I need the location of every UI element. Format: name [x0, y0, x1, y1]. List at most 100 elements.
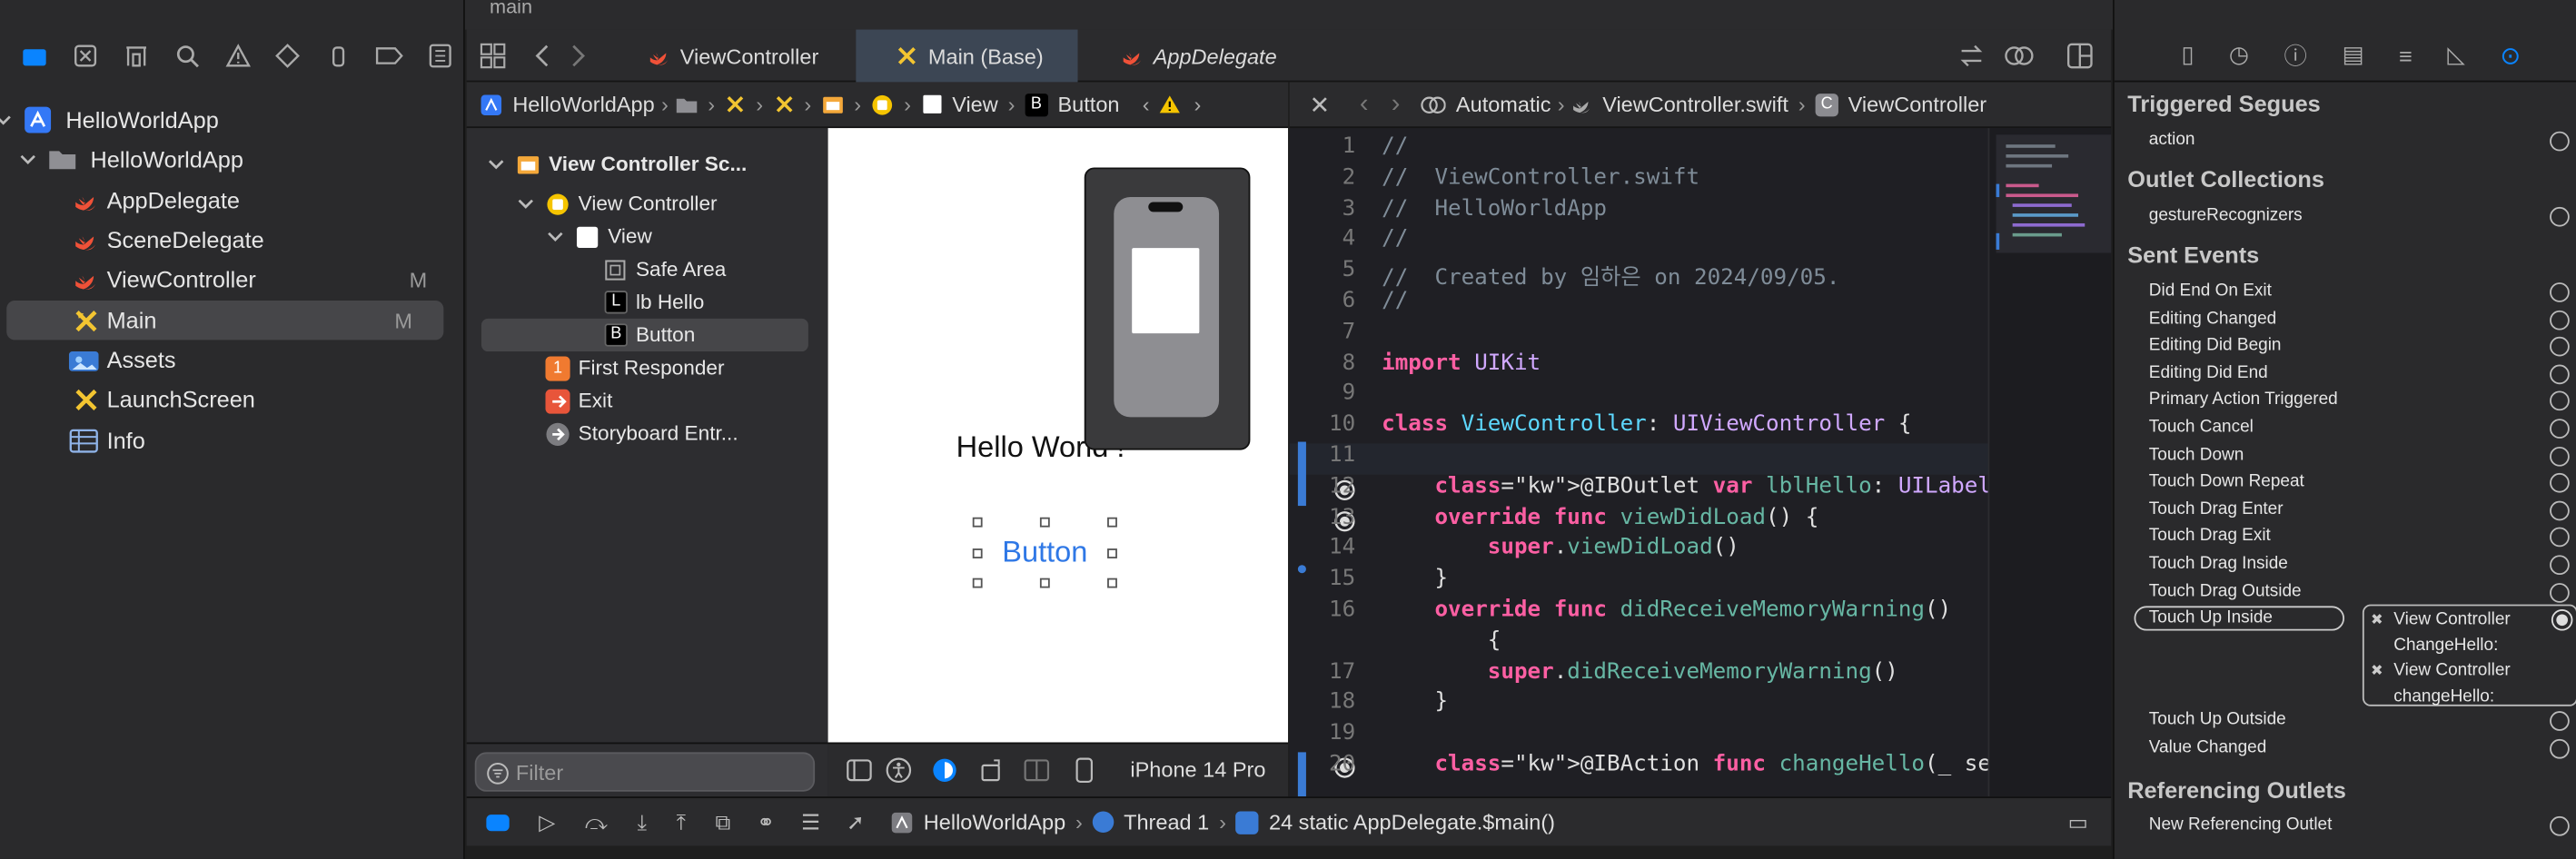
connection-well[interactable]	[2550, 815, 2570, 836]
connection-well[interactable]	[2550, 738, 2570, 759]
tree-item-assets[interactable]: Assets	[0, 340, 465, 379]
chevron-right-icon[interactable]: ›	[1194, 92, 1202, 116]
connection-well[interactable]	[2550, 582, 2570, 603]
forward-arrow-icon[interactable]: ›	[1392, 90, 1401, 120]
device-name[interactable]: iPhone 14 Pro	[1130, 757, 1265, 782]
connection-well[interactable]	[2550, 131, 2570, 152]
debug-spray-icon[interactable]	[313, 36, 364, 75]
debug-project[interactable]: HelloWorldApp	[924, 810, 1065, 834]
tab-main-base[interactable]: Main (Base)	[856, 29, 1078, 83]
tree-item-scenedelegate[interactable]: SceneDelegate	[0, 220, 465, 259]
identity-icon[interactable]: ▤	[2342, 41, 2363, 69]
connection-well[interactable]	[2550, 391, 2570, 411]
accessibility-icon[interactable]	[886, 757, 912, 784]
outline-filter-field[interactable]: Filter	[474, 752, 816, 792]
file-inspector-icon[interactable]: ▯	[2181, 41, 2194, 69]
source-editor[interactable]: 1 // 2 // ViewController.swift 3 // HelloWorl…	[1289, 128, 2112, 797]
tree-item-project[interactable]: HelloWorldApp	[0, 100, 465, 139]
forward-arrow-icon[interactable]	[569, 43, 589, 69]
remove-connection-icon[interactable]: ✖	[2371, 611, 2383, 629]
search-icon[interactable]	[162, 36, 213, 75]
connection-well[interactable]	[2550, 419, 2570, 439]
connection-well[interactable]	[2550, 528, 2570, 548]
layout-icon[interactable]	[1024, 757, 1050, 784]
connection-well[interactable]	[2550, 282, 2570, 302]
close-icon[interactable]: ✕	[1310, 90, 1331, 119]
jump-mode[interactable]: Automatic	[1456, 92, 1551, 116]
environment-icon[interactable]: ☰	[801, 809, 820, 835]
connection-well[interactable]	[2550, 206, 2570, 227]
assistant-icon[interactable]	[2003, 43, 2036, 69]
step-over-icon[interactable]: ⤼	[585, 809, 608, 835]
connection-well[interactable]	[2550, 337, 2570, 357]
connections-icon[interactable]: ⊙	[2500, 40, 2521, 70]
debug-frame[interactable]: 24 static AppDelegate.$main()	[1269, 810, 1555, 834]
outline-item-view-controller[interactable]: View Controller	[516, 187, 718, 220]
outline-item-storyboard-entry[interactable]: Storyboard Entr...	[545, 417, 738, 449]
debug-thread[interactable]: Thread 1	[1124, 810, 1209, 834]
symbol-navigator-icon[interactable]	[111, 36, 162, 75]
chevron-left-icon[interactable]: ‹	[1143, 92, 1150, 116]
connected-well[interactable]	[2551, 609, 2573, 631]
outline-item-scene[interactable]: View Controller Sc...	[486, 148, 747, 181]
toggle-outline-icon[interactable]	[846, 759, 872, 782]
tree-item-appdelegate[interactable]: AppDelegate	[0, 181, 465, 220]
attributes-icon[interactable]: ≡	[2399, 42, 2413, 68]
step-in-icon[interactable]: ⤓	[638, 809, 647, 835]
step-out-icon[interactable]: ⤒	[677, 809, 686, 835]
continue-icon[interactable]: ▷	[539, 809, 555, 835]
outline-item-lbl-hello[interactable]: L lb Hello	[604, 286, 704, 319]
outline-item-view[interactable]: View	[545, 220, 652, 252]
selected-button-frame[interactable]: Button	[972, 517, 1117, 588]
history-icon[interactable]: ◷	[2229, 41, 2249, 69]
view-hierarchy-icon[interactable]: ⧉	[716, 809, 731, 835]
outline-item-safe-area[interactable]: Safe Area	[605, 253, 726, 286]
remove-connection-icon[interactable]: ✖	[2371, 662, 2383, 680]
storyboard-canvas[interactable]: Hello World ! Button	[827, 128, 1289, 743]
debug-area-toggle[interactable]	[486, 814, 510, 831]
back-arrow-icon[interactable]	[532, 43, 552, 69]
connection-well[interactable]	[2550, 473, 2570, 493]
source-control-icon[interactable]	[61, 36, 112, 75]
console-toggle-icon[interactable]: ▭	[2068, 809, 2088, 835]
tree-item-info[interactable]: Info	[0, 420, 465, 459]
jump-file[interactable]: ViewController.swift	[1602, 92, 1788, 116]
tree-item-viewcontroller[interactable]: ViewController M	[0, 260, 465, 299]
orientation-icon[interactable]	[979, 757, 1006, 784]
report-icon[interactable]	[414, 36, 465, 75]
jump-button[interactable]: Button	[1057, 92, 1119, 116]
connection-well[interactable]	[2550, 555, 2570, 576]
size-icon[interactable]: ◺	[2447, 41, 2465, 69]
jump-view[interactable]: View	[952, 92, 998, 116]
breakpoint-icon[interactable]	[364, 36, 415, 75]
outline-item-button[interactable]: B Button	[604, 319, 695, 351]
grid-layout-icon[interactable]	[480, 43, 506, 69]
connection-well[interactable]	[2550, 446, 2570, 466]
branch-name[interactable]: main	[490, 0, 532, 18]
memory-graph-icon[interactable]: ⚭	[757, 809, 775, 835]
test-diamond-icon[interactable]	[263, 36, 313, 75]
tab-viewcontroller[interactable]: ViewController	[640, 30, 851, 83]
tree-item-main[interactable]: Main M	[6, 300, 444, 341]
tree-item-launchscreen[interactable]: LaunchScreen	[0, 380, 465, 419]
canvas-button[interactable]: Button	[977, 536, 1112, 570]
jump-project[interactable]: HelloWorldApp	[512, 92, 654, 116]
connection-well[interactable]	[2550, 500, 2570, 520]
device-icon[interactable]	[1075, 757, 1095, 784]
outline-item-exit[interactable]: Exit	[545, 384, 612, 417]
location-icon[interactable]: ➚	[847, 809, 865, 835]
folder-icon[interactable]	[10, 36, 61, 75]
outline-item-first-responder[interactable]: 1 First Responder	[545, 351, 725, 384]
connection-well[interactable]	[2550, 310, 2570, 330]
minimap[interactable]	[1987, 128, 2112, 797]
swap-arrows-icon[interactable]	[1958, 43, 1985, 69]
tab-appdelegate[interactable]: AppDelegate	[1121, 30, 1318, 83]
tree-item-group[interactable]: HelloWorldApp	[0, 140, 465, 179]
warning-icon[interactable]	[213, 36, 263, 75]
appearance-icon[interactable]	[932, 757, 958, 784]
back-arrow-icon[interactable]: ‹	[1360, 90, 1369, 120]
connection-well[interactable]	[2550, 711, 2570, 732]
jump-symbol[interactable]: ViewController	[1848, 92, 1986, 116]
split-editor-icon[interactable]	[2066, 43, 2093, 69]
help-icon[interactable]: ⓘ	[2284, 39, 2307, 72]
